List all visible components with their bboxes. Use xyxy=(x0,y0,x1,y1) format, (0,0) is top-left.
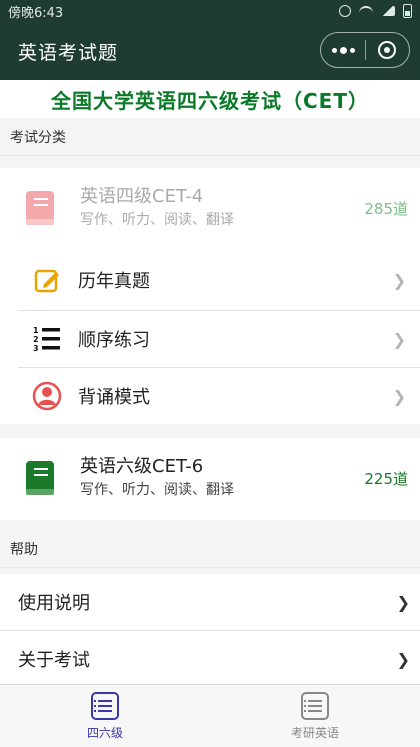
cet6-card: 英语六级CET-6 写作、听力、阅读、翻译 225道 xyxy=(0,438,420,520)
chevron-right-icon: ❯ xyxy=(392,270,406,290)
question-count: 285道 xyxy=(364,199,408,218)
mode-item-recite[interactable]: 背诵模式 ❯ xyxy=(0,368,420,424)
mode-label: 顺序练习 xyxy=(78,330,150,351)
mode-item-sequential[interactable]: 1 2 3 顺序练习 ❯ xyxy=(0,311,420,367)
chevron-right-icon: ❯ xyxy=(392,386,406,406)
help-item-about[interactable]: 关于考试 ❯ xyxy=(0,631,420,687)
signal-icon xyxy=(381,6,395,16)
nav-bar: 英语考试题 xyxy=(0,22,420,80)
close-button[interactable] xyxy=(366,33,409,67)
question-count: 225道 xyxy=(364,469,408,488)
alarm-off-icon xyxy=(339,5,351,17)
tab-label: 四六级 xyxy=(86,725,123,740)
tab-postgrad[interactable]: 考研英语 xyxy=(210,685,420,747)
svg-text:1: 1 xyxy=(33,326,39,335)
level-item-cet4[interactable]: 英语四级CET-4 写作、听力、阅读、翻译 285道 xyxy=(0,168,420,248)
wifi-icon xyxy=(359,6,373,16)
level-desc: 写作、听力、阅读、翻译 xyxy=(80,482,234,498)
status-time: 傍晚6:43 xyxy=(8,5,64,21)
chevron-right-icon: ❯ xyxy=(392,329,406,349)
mode-label: 背诵模式 xyxy=(78,387,150,408)
svg-text:2: 2 xyxy=(33,335,39,344)
level-desc: 写作、听力、阅读、翻译 xyxy=(80,212,234,228)
section-title-exam: 考试分类 xyxy=(0,118,420,156)
book-icon xyxy=(26,191,54,225)
mini-program-capsule xyxy=(320,32,410,68)
tab-label: 考研英语 xyxy=(290,725,339,740)
more-button[interactable] xyxy=(321,33,365,67)
level-name: 英语四级CET-4 xyxy=(80,186,204,207)
pencil-note-icon xyxy=(34,269,59,293)
close-circle-icon xyxy=(378,41,397,59)
section-title-help: 帮助 xyxy=(0,530,420,568)
help-label: 使用说明 xyxy=(18,593,90,614)
level-item-cet6[interactable]: 英语六级CET-6 写作、听力、阅读、翻译 225道 xyxy=(0,438,420,518)
status-bar: 傍晚6:43 xyxy=(0,0,420,22)
page-title: 英语考试题 xyxy=(18,41,119,64)
list-icon xyxy=(91,691,119,720)
list-icon xyxy=(301,691,329,720)
cet4-card: 英语四级CET-4 写作、听力、阅读、翻译 285道 历年真题 ❯ 1 2 3 … xyxy=(0,168,420,424)
chevron-right-icon: ❯ xyxy=(396,649,410,669)
exam-headline: 全国大学英语四六级考试（CET） xyxy=(0,80,420,118)
battery-icon xyxy=(403,4,412,18)
user-avatar-icon xyxy=(32,381,62,411)
tab-cet[interactable]: 四六级 xyxy=(0,685,210,747)
svg-text:3: 3 xyxy=(33,344,39,353)
level-name: 英语六级CET-6 xyxy=(80,456,204,477)
book-icon xyxy=(26,461,54,495)
chevron-right-icon: ❯ xyxy=(396,592,410,612)
mode-item-past-exams[interactable]: 历年真题 ❯ xyxy=(0,252,420,308)
mode-label: 历年真题 xyxy=(78,271,150,292)
help-label: 关于考试 xyxy=(18,650,90,671)
ordered-list-icon: 1 2 3 xyxy=(33,326,60,353)
tab-bar: 四六级 考研英语 xyxy=(0,684,420,747)
help-item-instructions[interactable]: 使用说明 ❯ xyxy=(0,574,420,630)
